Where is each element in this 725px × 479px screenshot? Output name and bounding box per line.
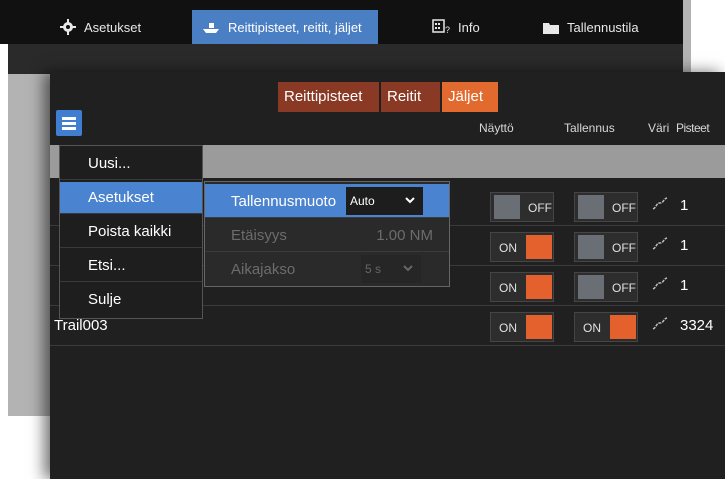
tab-reitit[interactable]: Reitit	[381, 82, 440, 112]
info-icon: ?	[432, 19, 450, 35]
menu-item-asetukset[interactable]: Asetukset	[60, 182, 202, 214]
submenu-aikajakso: Aikajakso 5 s	[205, 252, 449, 286]
menu-item-uusi[interactable]: Uusi...	[60, 148, 202, 180]
tab-label: Asetukset	[84, 19, 142, 35]
gear-icon	[60, 19, 76, 35]
column-header-pisteet: Pisteet	[676, 121, 710, 135]
etaisyys-label: Etäisyys	[231, 227, 287, 244]
settings-submenu: Tallennusmuoto Auto Etäisyys 1.00 NM Aik…	[204, 181, 450, 287]
top-tab-bar: Asetukset Reittipisteet, reitit, jäljet …	[0, 0, 683, 44]
naytto-toggle[interactable]: ON	[490, 272, 554, 302]
column-header-naytto: Näyttö	[479, 121, 514, 135]
menu-item-poista-kaikki[interactable]: Poista kaikki	[60, 216, 202, 248]
tab-label: Reittipisteet, reitit, jäljet	[228, 19, 362, 35]
menu-button[interactable]	[56, 110, 82, 136]
track-color-icon[interactable]	[652, 317, 668, 336]
tab-reittipisteet[interactable]: Reittipisteet	[278, 82, 379, 112]
boat-icon	[202, 20, 220, 34]
naytto-toggle[interactable]: ON	[490, 232, 554, 262]
tallennus-toggle[interactable]: ON	[574, 312, 638, 342]
menu-item-sulje[interactable]: Sulje	[60, 284, 202, 316]
column-header-vari: Väri	[648, 121, 670, 135]
track-color-icon[interactable]	[652, 237, 668, 256]
tab-tallennustila[interactable]: Tallennustila	[533, 10, 663, 44]
tallennus-toggle[interactable]: OFF	[574, 272, 638, 302]
background-panel	[8, 44, 683, 74]
folder-icon	[543, 21, 559, 34]
tallennusmuoto-label: Tallennusmuoto	[231, 193, 337, 210]
points-count: 1	[680, 197, 689, 214]
aikajakso-label: Aikajakso	[231, 261, 296, 278]
tab-label: Info	[458, 19, 480, 35]
context-menu: Uusi... Asetukset Poista kaikki Etsi... …	[59, 145, 203, 319]
tallennusmuoto-dropdown[interactable]: Auto	[346, 187, 423, 215]
naytto-toggle[interactable]: OFF	[490, 192, 554, 222]
etaisyys-value: 1.00 NM	[376, 227, 433, 244]
tab-reittipisteet-reitit-jaljet[interactable]: Reittipisteet, reitit, jäljet	[192, 10, 378, 44]
tab-label: Tallennustila	[567, 19, 639, 35]
chevron-down-icon	[403, 265, 413, 272]
tallennus-toggle[interactable]: OFF	[574, 192, 638, 222]
row-name: Trail003	[54, 317, 108, 334]
points-count: 1	[680, 237, 689, 254]
tab-jaljet[interactable]: Jäljet	[442, 82, 498, 112]
svg-text:?: ?	[445, 25, 450, 35]
track-color-icon[interactable]	[652, 277, 668, 296]
naytto-toggle[interactable]: ON	[490, 312, 554, 342]
points-count: 3324	[680, 317, 714, 334]
chevron-down-icon	[405, 197, 415, 204]
menu-item-etsi[interactable]: Etsi...	[60, 250, 202, 282]
tallennus-toggle[interactable]: OFF	[574, 232, 638, 262]
tab-info[interactable]: ? Info	[422, 10, 502, 44]
submenu-etaisyys: Etäisyys 1.00 NM	[205, 218, 449, 252]
points-count: 1	[680, 277, 689, 294]
submenu-tallennusmuoto[interactable]: Tallennusmuoto Auto	[205, 184, 449, 218]
tab-asetukset[interactable]: Asetukset	[50, 10, 160, 44]
aikajakso-dropdown: 5 s	[361, 255, 421, 283]
track-color-icon[interactable]	[652, 197, 668, 216]
column-header-tallennus: Tallennus	[564, 121, 615, 135]
